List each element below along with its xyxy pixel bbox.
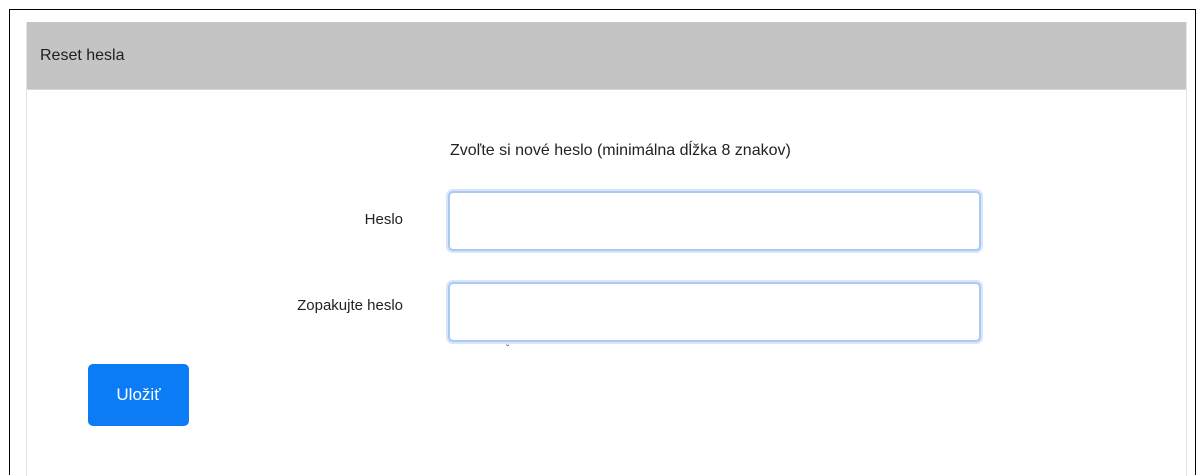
save-button[interactable]: Uložiť: [88, 364, 189, 426]
page-frame: Reset hesla Zvoľte si nové heslo (minimá…: [9, 9, 1196, 476]
validation-mark: ˇ: [506, 344, 510, 355]
page-title: Reset hesla: [40, 47, 125, 64]
repeat-password-input[interactable]: [448, 282, 981, 342]
repeat-password-label: Zopakujte heslo: [297, 297, 403, 314]
password-requirements-hint: Zvoľte si nové heslo (minimálna dĺžka 8 …: [450, 142, 791, 159]
password-input[interactable]: [448, 191, 981, 251]
card-header: Reset hesla: [27, 22, 1186, 90]
password-label: Heslo: [364, 211, 403, 228]
